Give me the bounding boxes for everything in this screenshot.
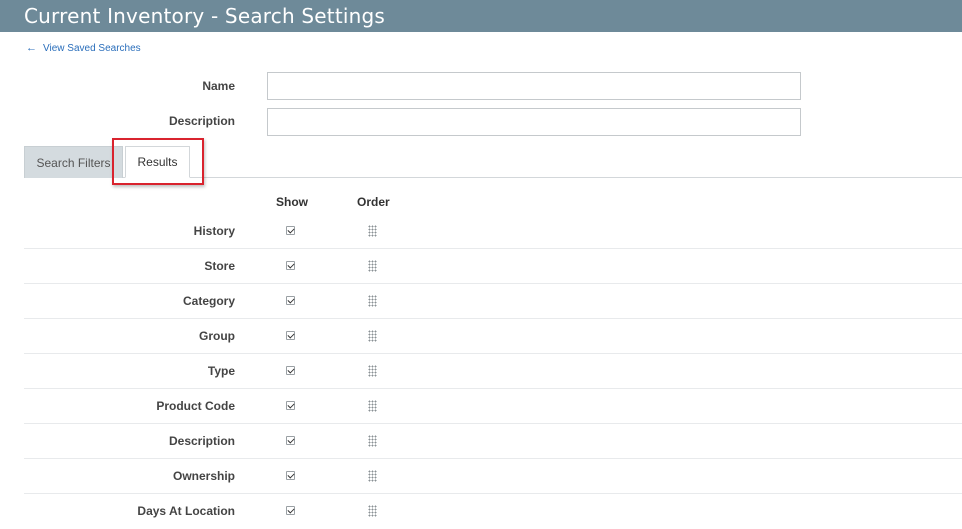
arrow-left-icon: ← <box>26 41 37 54</box>
show-checkbox[interactable] <box>286 331 295 340</box>
results-list: History Store Category Group Type Product Cod… <box>24 214 962 529</box>
show-checkbox[interactable] <box>286 436 295 445</box>
result-row: History <box>24 214 962 249</box>
show-checkbox[interactable] <box>286 401 295 410</box>
result-row: Category <box>24 284 962 319</box>
drag-handle-icon[interactable] <box>368 435 377 447</box>
back-link-label: View Saved Searches <box>43 42 141 54</box>
result-field-label: Ownership <box>172 469 235 483</box>
tab-results[interactable]: Results <box>125 146 190 178</box>
drag-handle-icon[interactable] <box>368 330 377 342</box>
show-checkbox[interactable] <box>286 506 295 515</box>
drag-handle-icon[interactable] <box>368 400 377 412</box>
view-saved-searches-link[interactable]: ← View Saved Searches <box>26 41 141 55</box>
result-field-label: Description <box>168 434 235 448</box>
result-row: Description <box>24 424 962 459</box>
show-checkbox[interactable] <box>286 366 295 375</box>
result-field-label: History <box>193 224 235 238</box>
show-checkbox[interactable] <box>286 296 295 305</box>
drag-handle-icon[interactable] <box>368 295 377 307</box>
result-row: Days At Location <box>24 494 962 529</box>
result-field-label: Days At Location <box>137 504 235 518</box>
order-column-header: Order <box>357 195 390 209</box>
tab-search-filters[interactable]: Search Filters <box>24 146 123 178</box>
result-field-label: Type <box>207 364 235 378</box>
result-field-label: Product Code <box>156 399 235 413</box>
name-label: Name <box>202 79 235 93</box>
result-row: Product Code <box>24 389 962 424</box>
show-checkbox[interactable] <box>286 471 295 480</box>
drag-handle-icon[interactable] <box>368 225 377 237</box>
result-row: Group <box>24 319 962 354</box>
description-label: Description <box>168 114 235 128</box>
result-row: Ownership <box>24 459 962 494</box>
result-field-label: Group <box>199 329 235 343</box>
result-field-label: Store <box>204 259 235 273</box>
result-field-label: Category <box>182 294 235 308</box>
page-title: Current Inventory - Search Settings <box>24 4 386 28</box>
drag-handle-icon[interactable] <box>368 260 377 272</box>
drag-handle-icon[interactable] <box>368 470 377 482</box>
show-checkbox[interactable] <box>286 226 295 235</box>
result-row: Type <box>24 354 962 389</box>
title-bar: Current Inventory - Search Settings <box>0 0 962 32</box>
show-column-header: Show <box>276 195 308 209</box>
drag-handle-icon[interactable] <box>368 365 377 377</box>
drag-handle-icon[interactable] <box>368 505 377 517</box>
show-checkbox[interactable] <box>286 261 295 270</box>
result-row: Store <box>24 249 962 284</box>
description-input[interactable] <box>267 108 801 136</box>
name-input[interactable] <box>267 72 801 100</box>
